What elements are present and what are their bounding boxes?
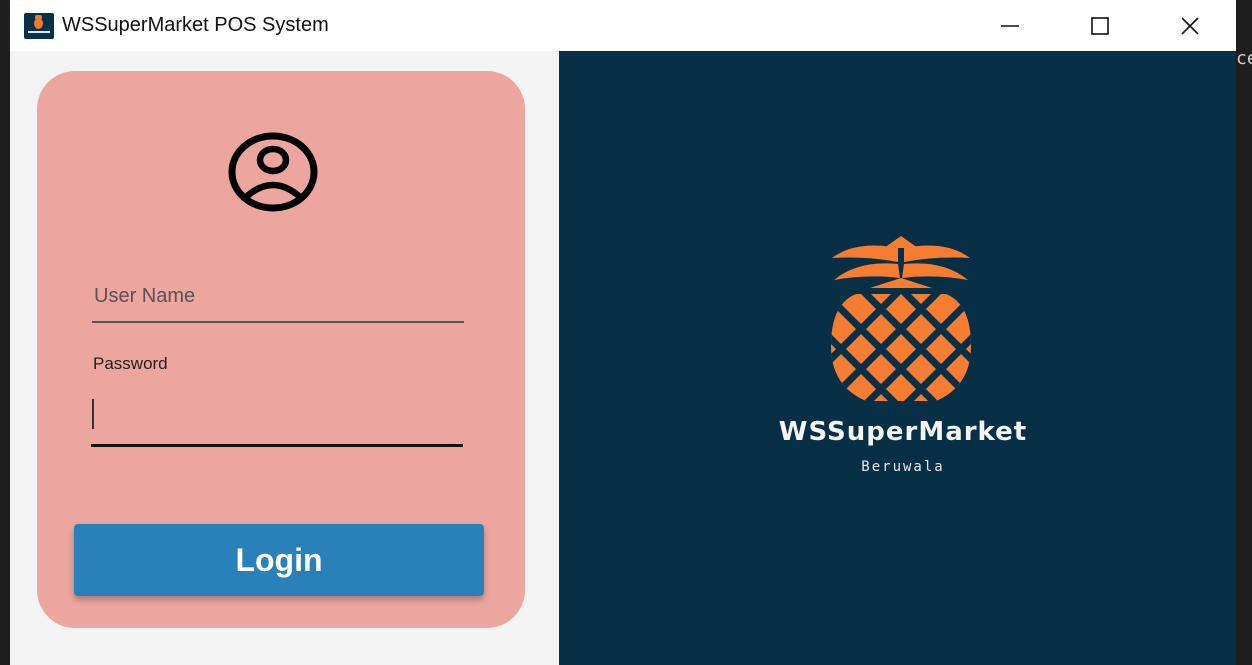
brand-pane: WSSuperMarket Beruwala	[559, 51, 1236, 665]
pineapple-logo	[831, 236, 971, 401]
maximize-button[interactable]	[1055, 0, 1145, 51]
user-circle-icon	[228, 132, 318, 212]
password-input[interactable]	[91, 391, 463, 447]
text-caret	[92, 399, 94, 429]
login-button[interactable]: Login	[74, 524, 484, 596]
minimize-icon	[1001, 24, 1019, 27]
title-bar[interactable]: WSSuperMarket POS System	[10, 0, 1236, 51]
username-input[interactable]	[92, 271, 464, 323]
app-window: WSSuperMarket POS System Password Login	[10, 0, 1236, 665]
minimize-button[interactable]	[965, 0, 1055, 51]
maximize-icon	[1091, 16, 1109, 35]
password-label: Password	[93, 354, 168, 373]
close-icon	[1181, 16, 1199, 35]
close-button[interactable]	[1145, 0, 1235, 51]
pineapple-logo-icon	[24, 13, 54, 39]
login-pane: Password Login	[10, 51, 559, 665]
brand-name: WSSuperMarket	[778, 417, 1028, 447]
brand-location: Beruwala	[861, 459, 945, 475]
background-window-text: ce	[1236, 48, 1252, 69]
window-title: WSSuperMarket POS System	[62, 14, 329, 36]
login-card: Password Login	[37, 71, 525, 628]
